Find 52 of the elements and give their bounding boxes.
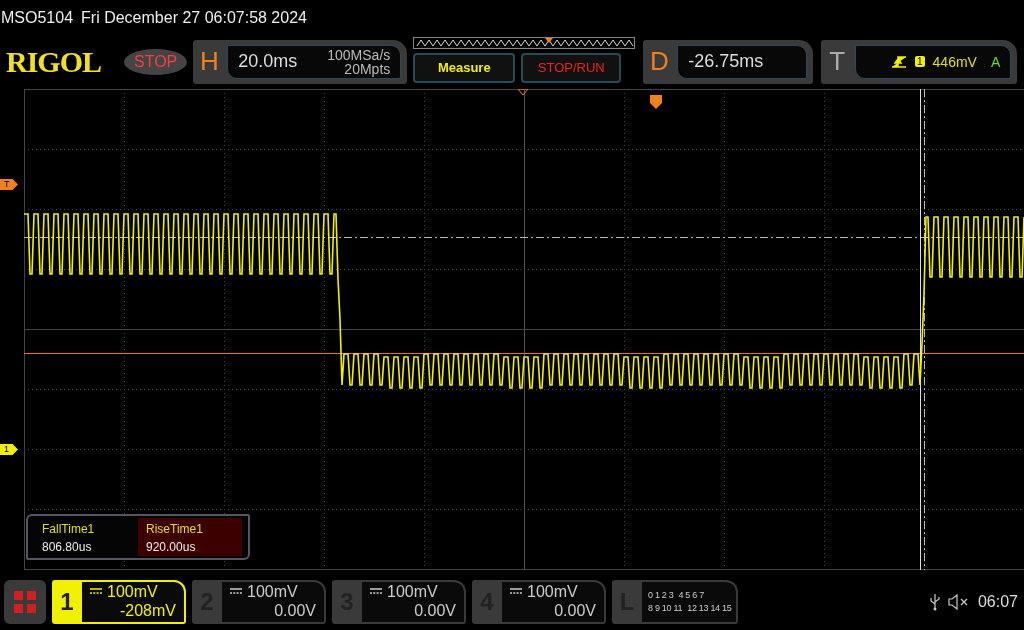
dc-coupling-icon (230, 588, 242, 594)
channel-offset: 0.00V (413, 600, 456, 620)
rising-edge-icon (891, 54, 907, 69)
channel-offset: 0.00V (553, 600, 596, 620)
measurement-value: 920.00us (146, 540, 197, 554)
trigger-mode: A (990, 53, 1001, 70)
grid-menu-icon (13, 589, 37, 614)
memory-depth: 20Mpts (344, 61, 391, 76)
run-state-indicator: STOP (124, 48, 188, 75)
delay-label: D (648, 46, 670, 77)
measure-button[interactable]: Measure (413, 52, 516, 83)
dc-coupling-icon (370, 588, 382, 594)
measurement-item[interactable]: RiseTime1 920.00us (138, 518, 242, 556)
logic-channel-numbers: 12 13 14 15 (687, 603, 732, 613)
delay-value: -26.75ms (688, 51, 764, 72)
usb-icon (929, 592, 940, 611)
measurement-name: FallTime1 (42, 522, 96, 536)
horizontal-label: H (198, 46, 220, 77)
trigger-source-badge: 1 (915, 56, 925, 67)
brand-logo: RIGOL (6, 44, 103, 79)
logic-channel-numbers: 8 9 10 11 (648, 603, 683, 613)
menu-button[interactable] (4, 579, 46, 624)
logic-channel-numbers: 4 5 6 7 (678, 590, 704, 600)
dc-coupling-icon (510, 588, 522, 594)
model-name: MSO5104 (1, 9, 74, 27)
channel-offset: -208mV (118, 600, 176, 620)
date-time: Fri December 27 06:07:58 2024 (81, 9, 307, 27)
delay-panel[interactable]: D -26.75ms (643, 39, 814, 84)
trigger-level: 446mV (932, 53, 977, 70)
measurement-item[interactable]: FallTime1 806.80us (34, 518, 138, 556)
channel-scale: 100mV (387, 581, 438, 601)
channel-scale: 100mV (247, 581, 298, 601)
sample-rate: 100MSa/s (327, 47, 391, 62)
timebase-scale: 20.0ms (238, 51, 298, 72)
channel-panel[interactable]: 1 100mV -208mV (52, 579, 186, 624)
measurement-value: 806.80us (42, 540, 93, 554)
stop-run-button[interactable]: STOP/RUN (521, 52, 622, 83)
trigger-level-marker[interactable]: T (0, 179, 18, 190)
speaker-muted-icon[interactable] (947, 593, 970, 610)
logic-channel-numbers: 0 1 2 3 (648, 590, 674, 600)
channel-offset: 0.00V (273, 600, 316, 620)
memory-overview-icon (413, 36, 636, 49)
trigger-panel[interactable]: T 1 446mV A (821, 39, 1018, 84)
channel-offset-marker[interactable]: 1 (0, 444, 18, 455)
clock: 06:07 (977, 592, 1018, 611)
horizontal-panel[interactable]: H 20.0ms 100MSa/s 20Mpts (193, 39, 408, 84)
dc-coupling-icon (90, 588, 102, 594)
channel-scale: 100mV (527, 581, 578, 601)
measurement-name: RiseTime1 (146, 522, 204, 536)
channel-number: 1 (59, 586, 75, 617)
channel-scale: 100mV (107, 581, 158, 601)
trigger-label: T (828, 46, 847, 77)
